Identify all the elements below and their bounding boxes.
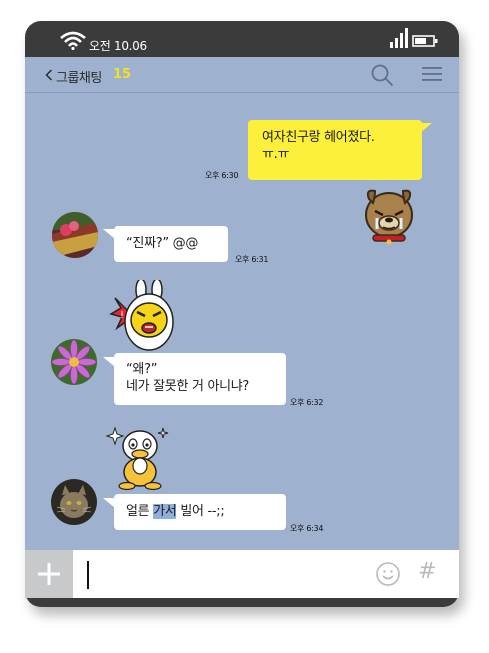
message-text: 빌어 --;; xyxy=(176,504,225,519)
begging-duck-sticker xyxy=(105,426,169,491)
message-text: 얼른 xyxy=(126,504,154,519)
attach-plus-button[interactable] xyxy=(25,550,73,598)
message-input-bar: # xyxy=(25,550,459,598)
signal-icon xyxy=(390,28,408,48)
chat-room-title[interactable]: 그룹채팅 xyxy=(56,67,102,86)
angry-rabbit-sticker: ! xyxy=(109,280,174,351)
message-bubble-friend[interactable]: “왜?” 네가 잘못한 거 아니냐? xyxy=(114,353,286,405)
message-time: 오후 6:31 xyxy=(235,255,269,264)
message-bubble-mine[interactable]: 여자친구랑 헤어졌다. ㅠ.ㅠ xyxy=(248,120,422,180)
bubble-tail xyxy=(103,498,115,508)
hash-icon[interactable]: # xyxy=(418,559,436,584)
battery-icon xyxy=(412,35,438,47)
message-time: 오후 6:32 xyxy=(290,398,324,407)
bubble-tail xyxy=(420,123,432,133)
message-bubble-friend[interactable]: 얼른 가서 빌어 --;; xyxy=(114,494,286,530)
message-text: 여자친구랑 헤어졌다. xyxy=(262,130,375,145)
search-icon[interactable] xyxy=(370,63,394,87)
message-text: “진짜?” @@ xyxy=(126,236,199,251)
plus-icon xyxy=(38,563,60,585)
bulldog-sticker xyxy=(365,189,413,245)
message-time: 오후 6:34 xyxy=(290,524,324,533)
message-bubble-friend[interactable]: “진짜?” @@ xyxy=(114,226,228,262)
message-text: “왜?” xyxy=(126,362,158,377)
text-cursor[interactable] xyxy=(87,561,89,589)
wifi-icon xyxy=(60,31,86,50)
message-text: 네가 잘못한 거 아니냐? xyxy=(126,379,250,394)
menu-icon[interactable] xyxy=(422,66,442,82)
avatar-friend-3[interactable] xyxy=(51,479,97,525)
svg-text:!: ! xyxy=(120,310,124,321)
avatar-friend-2[interactable] xyxy=(51,339,97,385)
emoji-icon[interactable] xyxy=(375,561,401,587)
bubble-tail xyxy=(103,357,115,367)
status-bar: 오전 10.06 xyxy=(25,21,459,57)
chat-screen: 그룹채팅 15 여자친구랑 헤어졌다. ㅠ.ㅠ 오후 6:30 “진짜?” @@… xyxy=(25,57,459,598)
back-chevron-icon[interactable] xyxy=(45,69,53,81)
status-time: 오전 10.06 xyxy=(89,39,147,53)
message-time: 오후 6:30 xyxy=(205,171,239,180)
bubble-tail xyxy=(103,229,115,239)
avatar-friend-1[interactable] xyxy=(52,212,98,258)
chat-header: 그룹채팅 15 xyxy=(25,57,459,93)
member-count: 15 xyxy=(113,67,132,82)
text-selection[interactable]: 가서 xyxy=(153,504,177,519)
message-text: ㅠ.ㅠ xyxy=(262,147,290,162)
